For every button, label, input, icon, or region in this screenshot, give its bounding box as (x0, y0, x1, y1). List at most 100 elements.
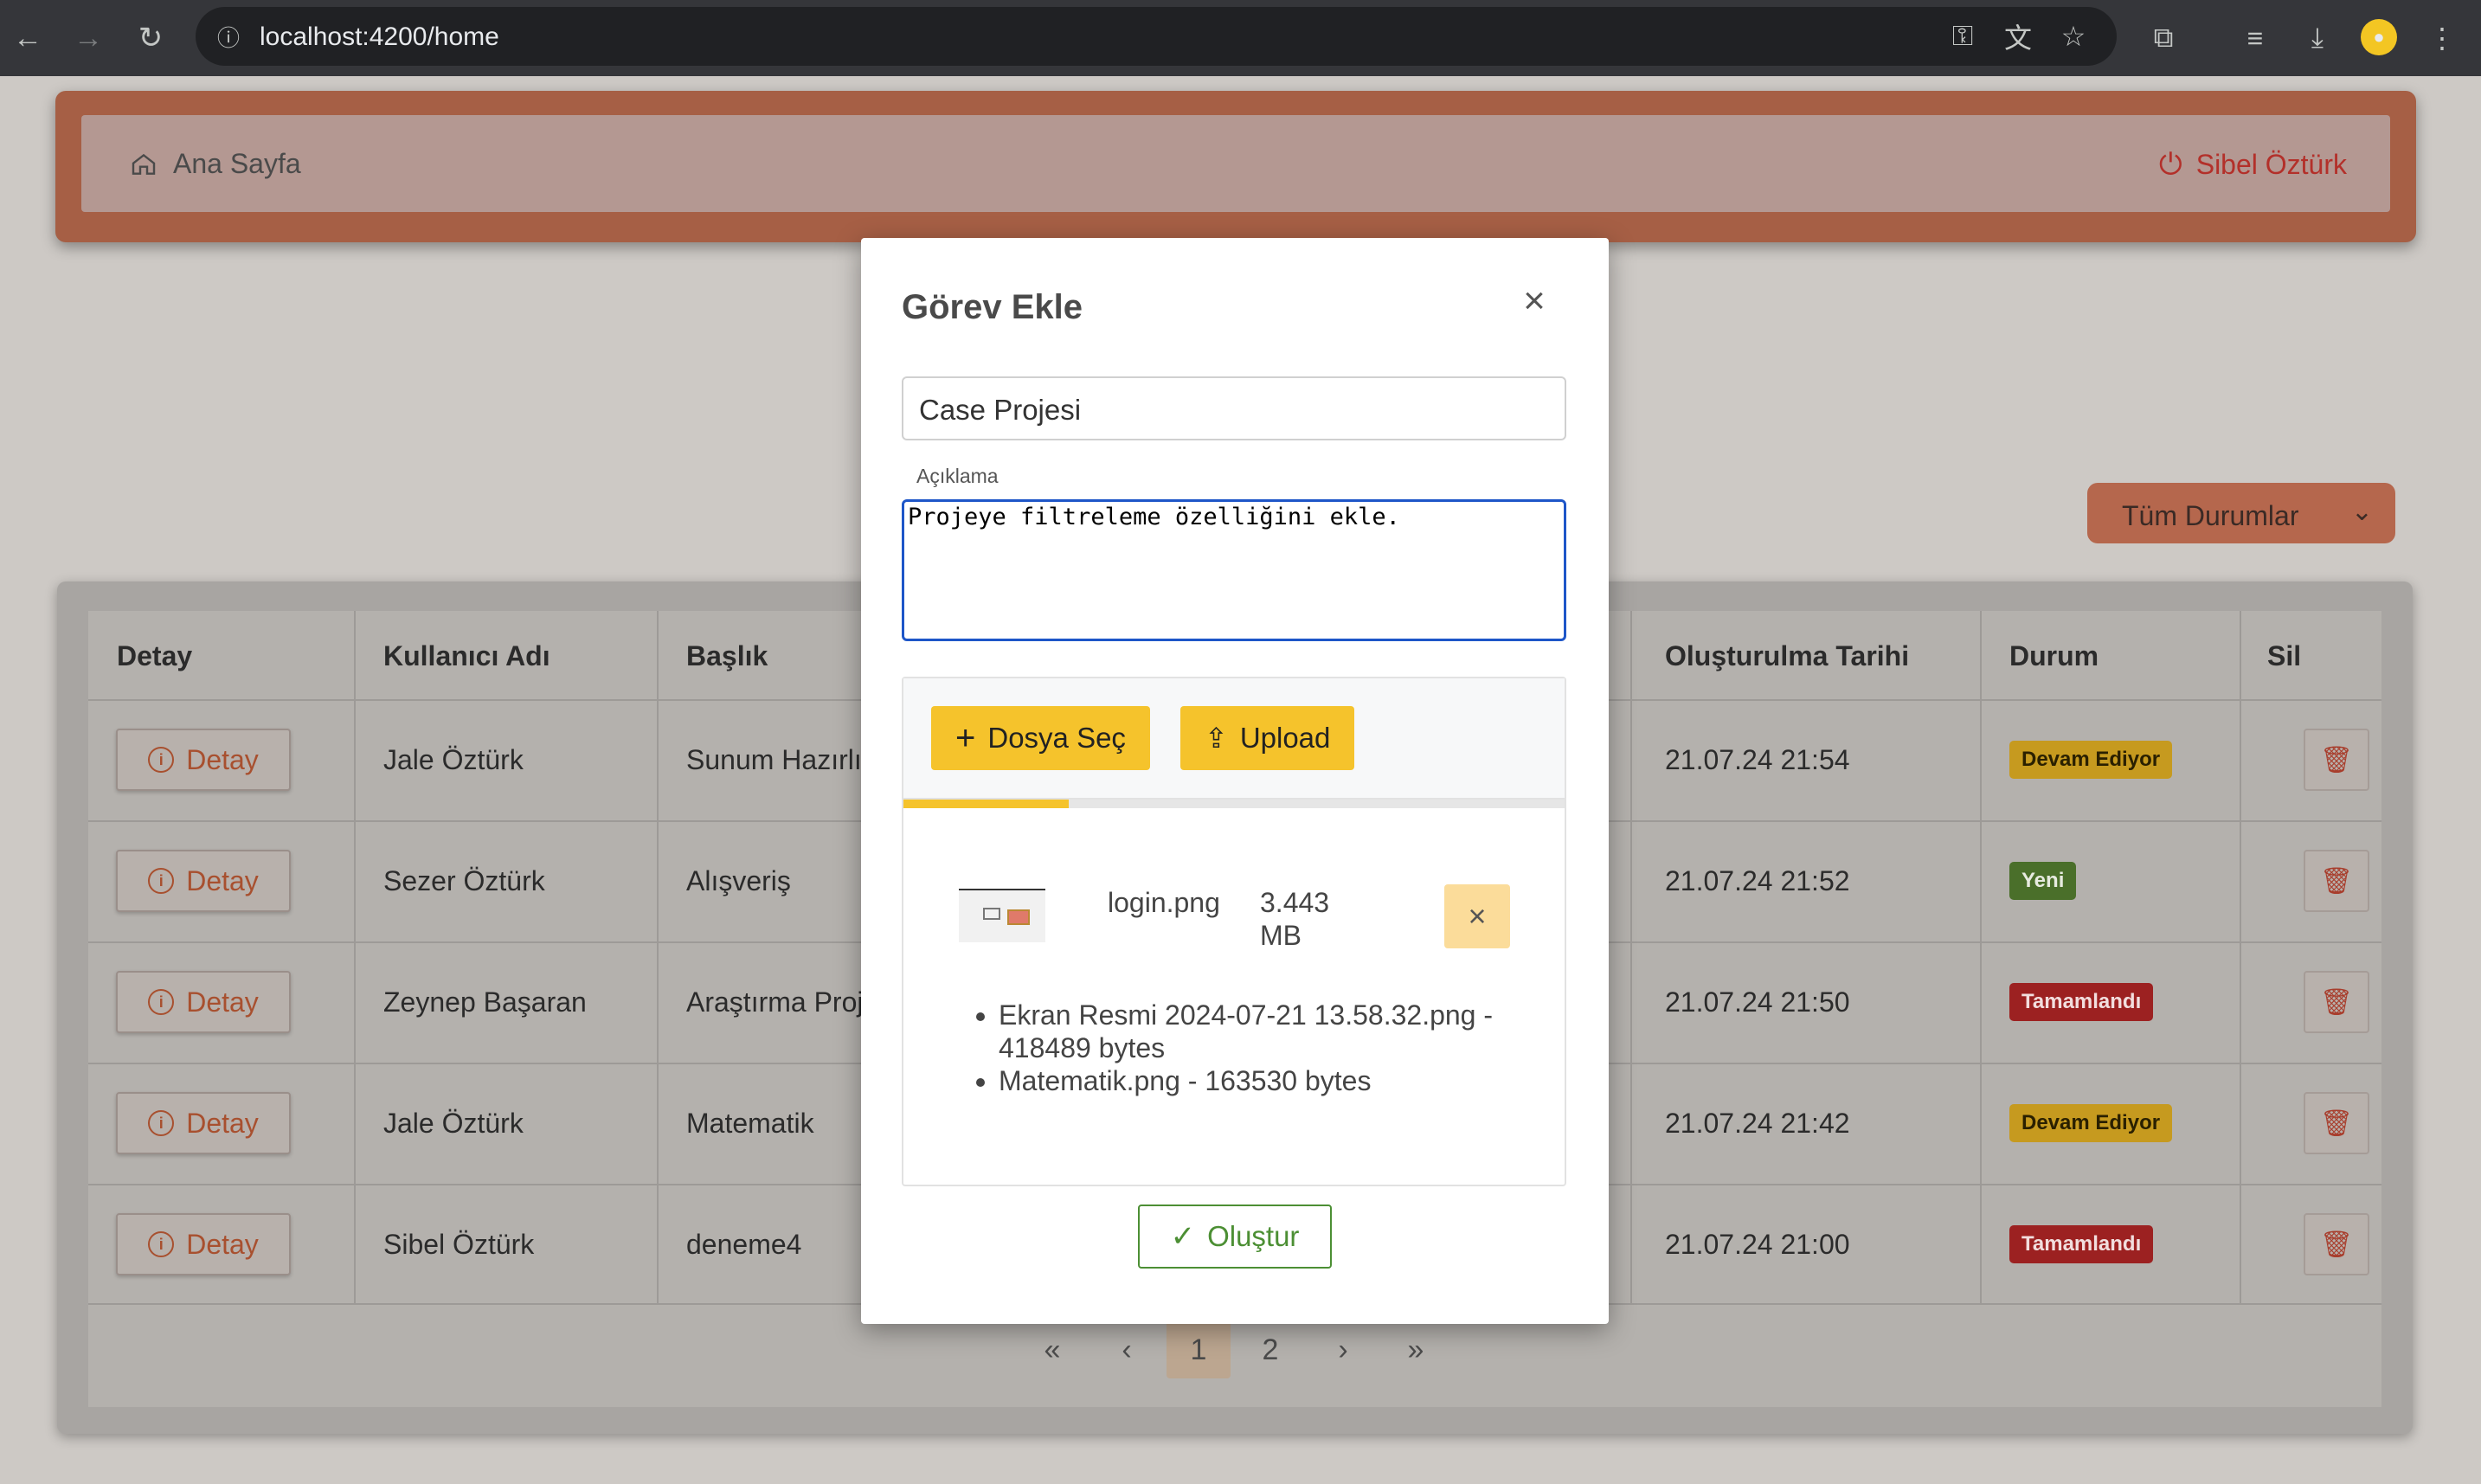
row-title: Araştırma Proj (686, 986, 864, 1018)
home-link[interactable]: Ana Sayfa (130, 148, 301, 180)
column-header-username: Kullanıcı Adı (383, 640, 550, 671)
row-title: deneme4 (686, 1229, 802, 1260)
row-created-date: 21.07.24 21:52 (1665, 865, 1850, 896)
pagination-prev[interactable]: ‹ (1101, 1321, 1153, 1378)
browser-toolbar: ← → ↻ ⓘ localhost:4200/home ⚿ 文 ☆ ⧉ ≡ ⤓ … (0, 0, 2481, 76)
file-thumbnail (959, 889, 1045, 942)
file-upload-toolbar: + Dosya Seç ⇪ Upload (903, 678, 1565, 800)
description-textarea[interactable]: Projeye filtreleme özelliğini ekle. (902, 499, 1566, 641)
reload-icon[interactable]: ↻ (132, 19, 170, 57)
add-task-modal: Görev Ekle × Case Projesi Açıklama Proje… (861, 238, 1609, 1324)
detail-button[interactable]: i Detay (116, 850, 291, 912)
pagination-last[interactable]: » (1390, 1321, 1442, 1378)
navbar-inner: Ana Sayfa ⏻ Sibel Öztürk (81, 115, 2390, 212)
status-filter-dropdown[interactable]: Tüm Durumlar ⌄ (2087, 483, 2395, 543)
row-username: Jale Öztürk (383, 1108, 524, 1139)
row-created-date: 21.07.24 21:42 (1665, 1108, 1850, 1139)
column-divider (1630, 611, 1632, 1303)
trash-icon: 🗑 (2319, 1108, 2354, 1138)
home-icon (132, 153, 156, 175)
upload-label: Upload (1239, 722, 1331, 754)
checkmark-icon: ✓ (1170, 1220, 1196, 1253)
address-bar[interactable]: ⓘ localhost:4200/home ⚿ 文 ☆ (196, 7, 2117, 66)
row-username: Jale Öztürk (383, 744, 524, 775)
detail-button-label: Detay (186, 986, 259, 1018)
detail-button-label: Detay (186, 743, 259, 775)
create-task-button[interactable]: ✓ Oluştur (1138, 1205, 1332, 1269)
status-badge: Devam Ediyor (2009, 1104, 2173, 1142)
pending-file-name: login.png (1108, 887, 1220, 918)
logout-link[interactable]: ⏻ Sibel Öztürk (2159, 148, 2347, 182)
media-icon[interactable]: ≡ (2236, 19, 2274, 57)
detail-button[interactable]: i Detay (116, 1092, 291, 1154)
description-label: Açıklama (916, 465, 999, 487)
row-title: Sunum Hazırlı (686, 744, 862, 775)
top-navbar: Ana Sayfa ⏻ Sibel Öztürk (55, 91, 2416, 242)
site-info-icon[interactable]: ⓘ (211, 19, 246, 54)
extensions-icon[interactable]: ⧉ (2144, 19, 2182, 57)
uploaded-files-list: Ekran Resmi 2024-07-21 13.58.32.png - 41… (973, 999, 1527, 1097)
choose-file-button[interactable]: + Dosya Seç (931, 706, 1150, 770)
key-icon[interactable]: ⚿ (1944, 17, 1982, 55)
remove-file-button[interactable]: × (1444, 884, 1510, 948)
trash-icon: 🗑 (2319, 745, 2354, 774)
pagination-next[interactable]: › (1317, 1321, 1369, 1378)
column-divider (2240, 611, 2241, 1303)
download-icon[interactable]: ⤓ (2298, 19, 2336, 57)
column-divider (1980, 611, 1982, 1303)
column-header-created: Oluşturulma Tarihi (1665, 640, 1910, 671)
uploaded-file-item: Ekran Resmi 2024-07-21 13.58.32.png - 41… (999, 999, 1527, 1064)
translate-icon[interactable]: 文 (1999, 17, 2037, 55)
info-icon: i (148, 989, 175, 1015)
detail-button[interactable]: i Detay (116, 971, 291, 1033)
close-icon: × (1468, 898, 1487, 934)
chevron-down-icon: ⌄ (2350, 498, 2373, 526)
row-created-date: 21.07.24 21:54 (1665, 744, 1850, 775)
detail-button-label: Detay (186, 1107, 259, 1139)
detail-button[interactable]: i Detay (116, 729, 291, 791)
status-badge: Yeni (2009, 862, 2077, 900)
info-icon: i (148, 747, 175, 773)
uploaded-file-item: Matematik.png - 163530 bytes (999, 1064, 1527, 1097)
user-name: Sibel Öztürk (2195, 149, 2347, 180)
pagination-page-1[interactable]: 1 (1167, 1321, 1231, 1378)
info-icon: i (148, 868, 175, 894)
forward-arrow-icon[interactable]: → (69, 19, 107, 57)
file-upload-panel: + Dosya Seç ⇪ Upload login.png 3.443 MB … (902, 677, 1566, 1186)
column-header-status: Durum (2009, 640, 2099, 671)
pagination-page-2[interactable]: 2 (1244, 1321, 1296, 1378)
back-arrow-icon[interactable]: ← (9, 19, 47, 57)
upload-icon: ⇪ (1205, 723, 1228, 754)
close-icon[interactable]: × (1516, 282, 1552, 320)
status-badge: Devam Ediyor (2009, 741, 2173, 779)
row-title: Alışveriş (686, 865, 791, 896)
pagination-first[interactable]: « (1026, 1321, 1078, 1378)
star-icon[interactable]: ☆ (2054, 17, 2092, 55)
info-icon: i (148, 1231, 175, 1257)
delete-button[interactable]: 🗑 (2304, 850, 2369, 912)
delete-button[interactable]: 🗑 (2304, 1092, 2369, 1154)
upload-button[interactable]: ⇪ Upload (1180, 706, 1355, 770)
detail-button[interactable]: i Detay (116, 1213, 291, 1275)
delete-button[interactable]: 🗑 (2304, 729, 2369, 791)
url-text: localhost:4200/home (260, 22, 499, 51)
status-badge: Tamamlandı (2009, 1225, 2154, 1263)
menu-icon[interactable]: ⋮ (2423, 19, 2461, 57)
row-username: Sibel Öztürk (383, 1229, 535, 1260)
column-header-delete: Sil (2267, 640, 2302, 671)
power-icon: ⏻ (2158, 148, 2182, 181)
profile-avatar[interactable]: ● (2361, 19, 2397, 55)
status-filter-value: Tüm Durumlar (2122, 500, 2299, 531)
task-title-input[interactable]: Case Projesi (902, 376, 1566, 440)
row-username: Zeynep Başaran (383, 986, 587, 1018)
column-divider (354, 611, 356, 1303)
column-divider (657, 611, 659, 1303)
plus-icon: + (955, 719, 976, 757)
status-badge: Tamamlandı (2009, 983, 2154, 1021)
delete-button[interactable]: 🗑 (2304, 1213, 2369, 1275)
info-icon: i (148, 1110, 175, 1136)
detail-button-label: Detay (186, 1228, 259, 1260)
column-header-title: Başlık (686, 640, 768, 671)
upload-progress-bar (903, 800, 1565, 808)
delete-button[interactable]: 🗑 (2304, 971, 2369, 1033)
